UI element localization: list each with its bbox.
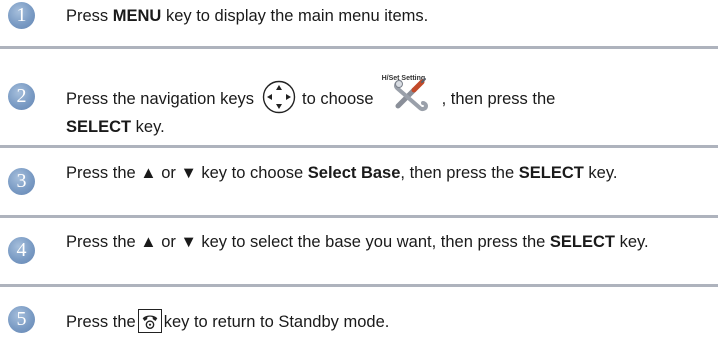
step-2-text: Press the navigation keys to choose H/Set… [66,74,714,140]
step-number-3: 3 [8,168,35,195]
step-4-part-c: key. [615,233,649,251]
step-4-part-a: Press the ▲ or ▼ key to select the base … [66,233,550,251]
divider [0,215,718,218]
handset-setting-icon: H/Set Setting [382,74,438,114]
divider [0,46,718,49]
step-3-text: Press the ▲ or ▼ key to choose Select Ba… [66,160,714,186]
step-3-part-a: Press the ▲ or ▼ key to choose [66,164,308,182]
step-number-4: 4 [8,237,35,264]
step-5-part-a: Press the [66,313,136,331]
step-3-part-c: , then press the [400,164,519,182]
step-4-text: Press the ▲ or ▼ key to select the base … [66,229,714,255]
navigation-keys-icon [262,80,296,114]
instruction-steps: 1 Press MENU key to display the main men… [0,0,718,341]
step-1-part-a: Press [66,7,113,25]
select-key-label: SELECT [549,233,615,251]
wrench-screwdriver-icon [393,78,428,112]
step-number-2: 2 [8,83,35,110]
menu-key-label: MENU [112,7,162,25]
divider [0,284,718,287]
step-3-part-e: key. [583,164,618,182]
step-2-part-a: Press the navigation keys [66,90,255,108]
step-2-part-e: key. [131,118,165,136]
divider [0,145,718,148]
step-2-part-c: , then press the [441,90,556,108]
step-number-5: 5 [8,306,35,333]
select-key-label: SELECT [518,164,584,182]
step-1-part-c: key to display the main menu items. [161,7,429,25]
end-call-key-icon [137,309,162,333]
select-base-label: Select Base [307,164,401,182]
select-key-label: SELECT [66,118,132,136]
step-number-1: 1 [8,2,35,29]
step-2-part-b: to choose [302,90,374,108]
step-5-part-b: key to return to Standby mode. [163,313,390,331]
step-5-text: Press the key to return to Standby mode. [66,309,714,335]
step-1-text: Press MENU key to display the main menu … [66,3,714,29]
